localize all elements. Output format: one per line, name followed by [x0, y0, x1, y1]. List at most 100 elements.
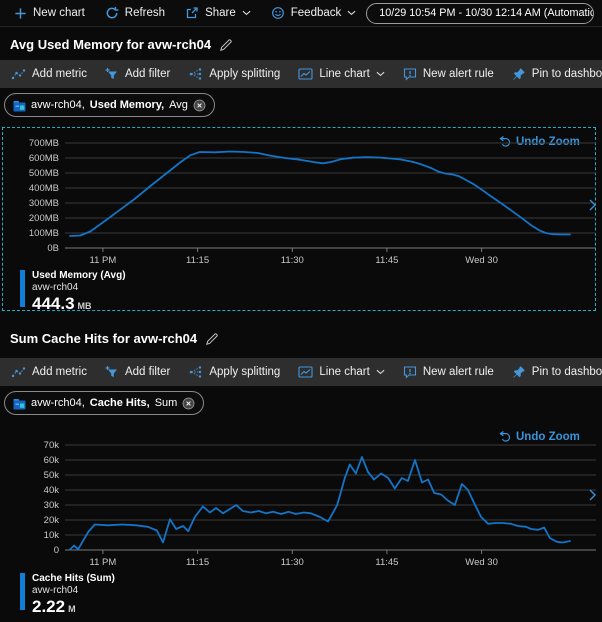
chevron-down-icon	[347, 10, 356, 16]
add-filter-button[interactable]: Add filter	[96, 358, 179, 386]
cache-hits-chart-plot[interactable]: 010k20k30k40k50k60k70k11 PM11:1511:3011:…	[0, 432, 602, 572]
expand-chevron-icon[interactable]	[589, 488, 596, 506]
new-alert-rule-label: New alert rule	[423, 366, 494, 378]
chart1-title-text: Avg Used Memory for avw-rch04	[10, 37, 211, 52]
expand-chevron-icon[interactable]	[589, 198, 596, 216]
add-metric-icon	[11, 365, 26, 379]
alert-icon	[403, 365, 417, 379]
cache-resource-icon	[13, 99, 26, 112]
apply-splitting-button[interactable]: Apply splitting	[179, 60, 289, 88]
x-axis-label: 11 PM	[90, 557, 117, 568]
plus-icon	[14, 7, 27, 20]
chart-type-dropdown[interactable]: Line chart	[289, 60, 394, 88]
chart1-command-bar: Add metric Add filter Apply splitting Li…	[0, 60, 602, 88]
apply-splitting-icon	[188, 67, 203, 81]
pin-to-dashboard-label: Pin to dashboard	[532, 68, 602, 80]
y-axis-label: 30k	[44, 500, 60, 511]
apply-splitting-button[interactable]: Apply splitting	[179, 358, 289, 386]
pin-to-dashboard-label: Pin to dashboard	[532, 366, 602, 378]
chart1-title: Avg Used Memory for avw-rch04	[10, 37, 233, 52]
legend-unit: MB	[78, 301, 92, 311]
time-range-picker[interactable]: 10/29 10:54 PM - 10/30 12:14 AM (Automat…	[366, 3, 594, 24]
pill-aggregation: Avg	[169, 99, 188, 111]
chart1-metric-pill[interactable]: avw-rch04, Used Memory, Avg	[4, 93, 215, 117]
y-axis-label: 100MB	[29, 228, 59, 239]
y-axis-label: 10k	[44, 530, 60, 541]
edit-title-icon[interactable]	[205, 332, 219, 346]
new-alert-rule-label: New alert rule	[423, 68, 494, 80]
chart-type-label: Line chart	[319, 366, 370, 378]
line-chart-icon	[298, 67, 313, 81]
add-filter-icon	[105, 67, 119, 81]
share-label: Share	[205, 7, 236, 19]
x-axis-label: Wed 30	[465, 255, 498, 266]
add-metric-icon	[11, 67, 26, 81]
x-axis-label: Wed 30	[465, 557, 498, 568]
series-line	[70, 457, 570, 550]
legend-unit: M	[68, 604, 76, 614]
close-icon[interactable]	[182, 397, 195, 410]
pill-resource: avw-rch04,	[31, 99, 85, 111]
new-alert-rule-button[interactable]: New alert rule	[394, 60, 503, 88]
add-filter-label: Add filter	[125, 366, 170, 378]
x-axis-label: 11 PM	[90, 255, 117, 266]
y-axis-label: 300MB	[29, 198, 59, 209]
refresh-icon	[105, 6, 119, 20]
cache-resource-icon	[13, 397, 26, 410]
legend-resource: avw-rch04	[32, 585, 115, 597]
add-filter-button[interactable]: Add filter	[96, 60, 179, 88]
new-chart-label: New chart	[33, 7, 85, 19]
chevron-down-icon	[242, 10, 251, 16]
line-chart-icon	[298, 365, 313, 379]
chart2-title-text: Sum Cache Hits for avw-rch04	[10, 331, 197, 346]
x-axis-label: 11:45	[375, 557, 398, 568]
x-axis-label: 11:45	[375, 255, 398, 266]
add-metric-button[interactable]: Add metric	[2, 358, 96, 386]
pill-aggregation: Sum	[155, 397, 178, 409]
y-axis-label: 20k	[44, 515, 60, 526]
y-axis-label: 500MB	[29, 168, 59, 179]
x-axis-label: 11:15	[186, 557, 209, 568]
y-axis-label: 50k	[44, 470, 60, 481]
add-metric-label: Add metric	[32, 366, 87, 378]
add-metric-label: Add metric	[32, 68, 87, 80]
pin-icon	[512, 365, 526, 379]
chevron-down-icon	[376, 369, 385, 375]
y-axis-label: 40k	[44, 485, 60, 496]
x-axis-label: 11:30	[281, 557, 304, 568]
chevron-down-icon	[376, 71, 385, 77]
apply-splitting-label: Apply splitting	[209, 68, 280, 80]
chart2-command-bar: Add metric Add filter Apply splitting Li…	[0, 358, 602, 386]
chart2-metric-pill[interactable]: avw-rch04, Cache Hits, Sum	[4, 391, 204, 415]
pin-to-dashboard-dropdown[interactable]: Pin to dashboard	[503, 358, 602, 386]
y-axis-label: 0B	[47, 243, 59, 254]
legend-metric-name: Cache Hits (Sum)	[32, 573, 115, 585]
pill-resource: avw-rch04,	[31, 397, 85, 409]
legend-value: 444.3	[32, 294, 75, 313]
smiley-icon	[271, 6, 285, 20]
legend-resource: avw-rch04	[32, 282, 126, 294]
feedback-menu-button[interactable]: Feedback	[261, 0, 367, 26]
share-menu-button[interactable]: Share	[175, 0, 261, 26]
chart2-legend[interactable]: Cache Hits (Sum) avw-rch04 2.22 M	[20, 573, 115, 616]
x-axis-label: 11:30	[281, 255, 304, 266]
chart1-legend[interactable]: Used Memory (Avg) avw-rch04 444.3 MB	[20, 270, 126, 313]
metrics-explorer: New chart Refresh Share Feedback 10/29 1…	[0, 0, 602, 622]
edit-title-icon[interactable]	[219, 38, 233, 52]
add-metric-button[interactable]: Add metric	[2, 60, 96, 88]
chart-type-label: Line chart	[319, 68, 370, 80]
memory-chart-plot[interactable]: 0B100MB200MB300MB400MB500MB600MB700MB11 …	[0, 130, 602, 280]
chart-type-dropdown[interactable]: Line chart	[289, 358, 394, 386]
close-icon[interactable]	[193, 99, 206, 112]
refresh-button[interactable]: Refresh	[95, 0, 175, 26]
pin-to-dashboard-dropdown[interactable]: Pin to dashboard	[503, 60, 602, 88]
new-chart-button[interactable]: New chart	[4, 0, 95, 26]
y-axis-label: 0	[54, 545, 59, 556]
y-axis-label: 200MB	[29, 213, 59, 224]
feedback-label: Feedback	[291, 7, 342, 19]
top-toolbar: New chart Refresh Share Feedback 10/29 1…	[0, 0, 602, 27]
x-axis-label: 11:15	[186, 255, 209, 266]
refresh-label: Refresh	[125, 7, 165, 19]
y-axis-label: 70k	[44, 440, 60, 451]
new-alert-rule-button[interactable]: New alert rule	[394, 358, 503, 386]
